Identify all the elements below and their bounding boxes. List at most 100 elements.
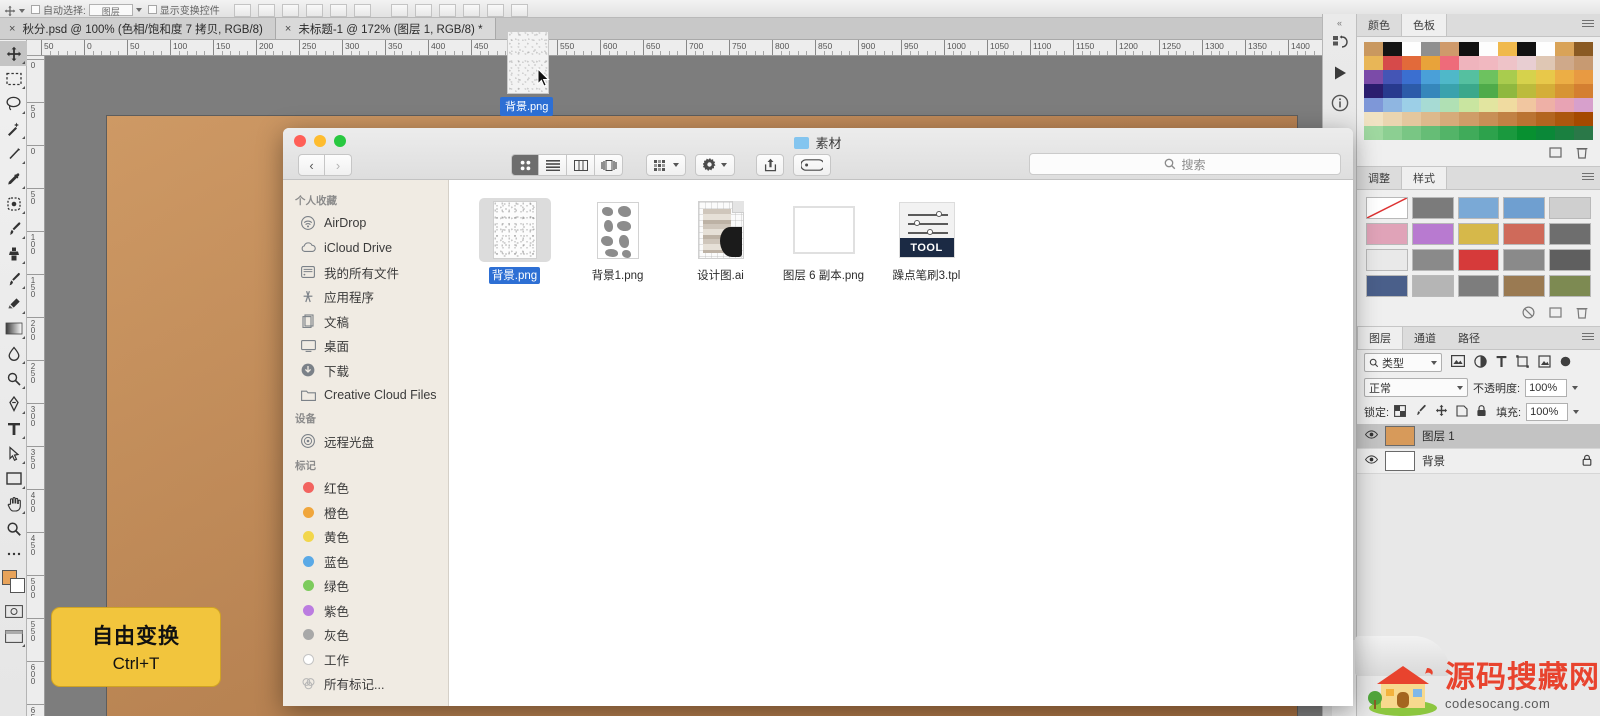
document-tab-1[interactable]: × 未标题-1 @ 172% (图层 1, RGB/8) * [275, 18, 496, 39]
lock-all-icon[interactable] [1476, 404, 1487, 420]
sidebar-item-2-4[interactable]: 绿色 [283, 574, 448, 599]
color-swatch[interactable] [1440, 70, 1460, 84]
background-color-swatch[interactable] [9, 578, 25, 593]
color-swatch[interactable] [1364, 126, 1384, 140]
color-swatch[interactable] [1459, 42, 1479, 56]
sidebar-item-2-3[interactable]: 蓝色 [283, 549, 448, 574]
color-swatch[interactable] [1535, 126, 1555, 140]
color-swatch[interactable] [1516, 42, 1536, 56]
lock-transparency-icon[interactable] [1394, 404, 1407, 420]
color-swatch[interactable] [1516, 70, 1536, 84]
style-preset[interactable] [1457, 275, 1500, 297]
sidebar-item-0-2[interactable]: 我的所有文件 [283, 260, 448, 285]
sidebar-item-0-4[interactable]: 文稿 [283, 309, 448, 334]
finder-sidebar[interactable]: 个人收藏 AirDrop iCloud Drive 我的所有文件 应用程序 文稿 桌面 下载 C… [283, 180, 449, 706]
style-preset[interactable] [1549, 223, 1591, 245]
color-swatch[interactable] [1383, 126, 1403, 140]
vertical-ruler[interactable]: 0500501001502002503003504004505005506006… [27, 56, 45, 716]
document-tab-0[interactable]: × 秋分.psd @ 100% (色相/饱和度 7 拷贝, RGB/8) [0, 18, 276, 39]
color-swatch[interactable] [1440, 56, 1460, 70]
marquee-tool[interactable] [0, 66, 27, 91]
color-swatch[interactable] [1459, 126, 1479, 140]
color-swatch[interactable] [1573, 42, 1593, 56]
style-preset[interactable] [1503, 197, 1546, 219]
style-preset[interactable] [1549, 197, 1591, 219]
back-button[interactable]: ‹ [298, 154, 325, 176]
style-preset[interactable] [1457, 249, 1500, 271]
color-swatch[interactable] [1402, 112, 1422, 126]
color-swatch[interactable] [1516, 112, 1536, 126]
sidebar-item-0-3[interactable]: 应用程序 [283, 285, 448, 310]
distribute-center-v-button[interactable] [414, 4, 432, 17]
color-swatch[interactable] [1516, 84, 1536, 98]
swatch-grid[interactable] [1357, 37, 1600, 144]
tab-color[interactable]: 颜色 [1357, 14, 1401, 36]
style-preset[interactable] [1549, 249, 1591, 271]
rectangle-tool[interactable] [0, 466, 27, 491]
style-preset[interactable] [1411, 249, 1454, 271]
sidebar-item-2-6[interactable]: 灰色 [283, 623, 448, 648]
sidebar-item-0-1[interactable]: iCloud Drive [283, 236, 448, 261]
layer-row[interactable]: 背景 [1357, 449, 1600, 474]
path-selection-tool[interactable] [0, 441, 27, 466]
sidebar-item-2-5[interactable]: 紫色 [283, 598, 448, 623]
color-swatch[interactable] [1478, 56, 1498, 70]
dodge-tool[interactable] [0, 366, 27, 391]
style-preset[interactable] [1366, 249, 1408, 271]
color-swatch[interactable] [1573, 70, 1593, 84]
close-tab-icon[interactable]: × [9, 23, 15, 35]
style-preset[interactable] [1457, 223, 1500, 245]
color-swatch[interactable] [1478, 126, 1498, 140]
color-swatch[interactable] [1573, 126, 1593, 140]
color-swatch[interactable] [1421, 42, 1441, 56]
actions-play-icon[interactable] [1323, 58, 1357, 88]
clone-stamp-tool[interactable] [0, 241, 27, 266]
sidebar-item-2-1[interactable]: 橙色 [283, 500, 448, 525]
color-swatch[interactable] [1554, 112, 1574, 126]
align-center-h-button[interactable] [257, 4, 275, 17]
layer-row[interactable]: 图层 1 [1357, 424, 1600, 449]
color-swatch[interactable] [1440, 84, 1460, 98]
style-preset[interactable] [1366, 197, 1408, 219]
style-preset[interactable] [1366, 275, 1408, 297]
color-swatch[interactable] [1516, 126, 1536, 140]
color-swatch[interactable] [1573, 84, 1593, 98]
patch-tool[interactable] [0, 191, 27, 216]
new-style-icon[interactable] [1549, 306, 1562, 324]
tab-styles[interactable]: 样式 [1401, 167, 1447, 189]
brush-tool[interactable] [0, 216, 27, 241]
finder-search-field[interactable]: 搜索 [1029, 153, 1341, 175]
move-tool-indicator[interactable] [4, 5, 25, 17]
opacity-value[interactable]: 100% [1525, 378, 1568, 397]
more-tools-button[interactable] [0, 541, 27, 566]
color-swatch[interactable] [1478, 98, 1498, 112]
history-icon[interactable] [1323, 28, 1357, 58]
color-swatch[interactable] [1554, 56, 1574, 70]
sidebar-item-2-8[interactable]: 所有标记... [283, 672, 448, 697]
arrange-button[interactable] [646, 154, 686, 176]
tab-swatches[interactable]: 色板 [1401, 14, 1447, 36]
tab-layers[interactable]: 图层 [1357, 327, 1403, 349]
type-tool[interactable] [0, 416, 27, 441]
color-swatch[interactable] [1421, 70, 1441, 84]
color-swatch[interactable] [1364, 84, 1384, 98]
move-tool[interactable] [0, 41, 27, 66]
color-swatch[interactable] [1497, 42, 1517, 56]
file-item-4[interactable]: TOOL 躁点笔刷3.tpl [875, 198, 978, 284]
blur-tool[interactable] [0, 341, 27, 366]
distribute-top-button[interactable] [390, 4, 408, 17]
tab-channels[interactable]: 通道 [1403, 327, 1447, 349]
color-swatch[interactable] [1440, 126, 1460, 140]
color-swatch[interactable] [1364, 70, 1384, 84]
color-swatch[interactable] [1535, 98, 1555, 112]
delete-swatch-icon[interactable] [1576, 146, 1588, 164]
color-swatch[interactable] [1459, 56, 1479, 70]
color-swatch[interactable] [1459, 112, 1479, 126]
eraser-tool[interactable] [0, 291, 27, 316]
color-swatch[interactable] [1478, 84, 1498, 98]
tab-paths[interactable]: 路径 [1447, 327, 1491, 349]
finder-window[interactable]: 素材 ‹ › 搜索 个人收藏 AirDrop iCloud Drive 我的所有… [283, 128, 1353, 706]
sidebar-item-1-0[interactable]: 远程光盘 [283, 429, 448, 454]
color-swatch[interactable] [1573, 56, 1593, 70]
color-swatch[interactable] [1554, 70, 1574, 84]
